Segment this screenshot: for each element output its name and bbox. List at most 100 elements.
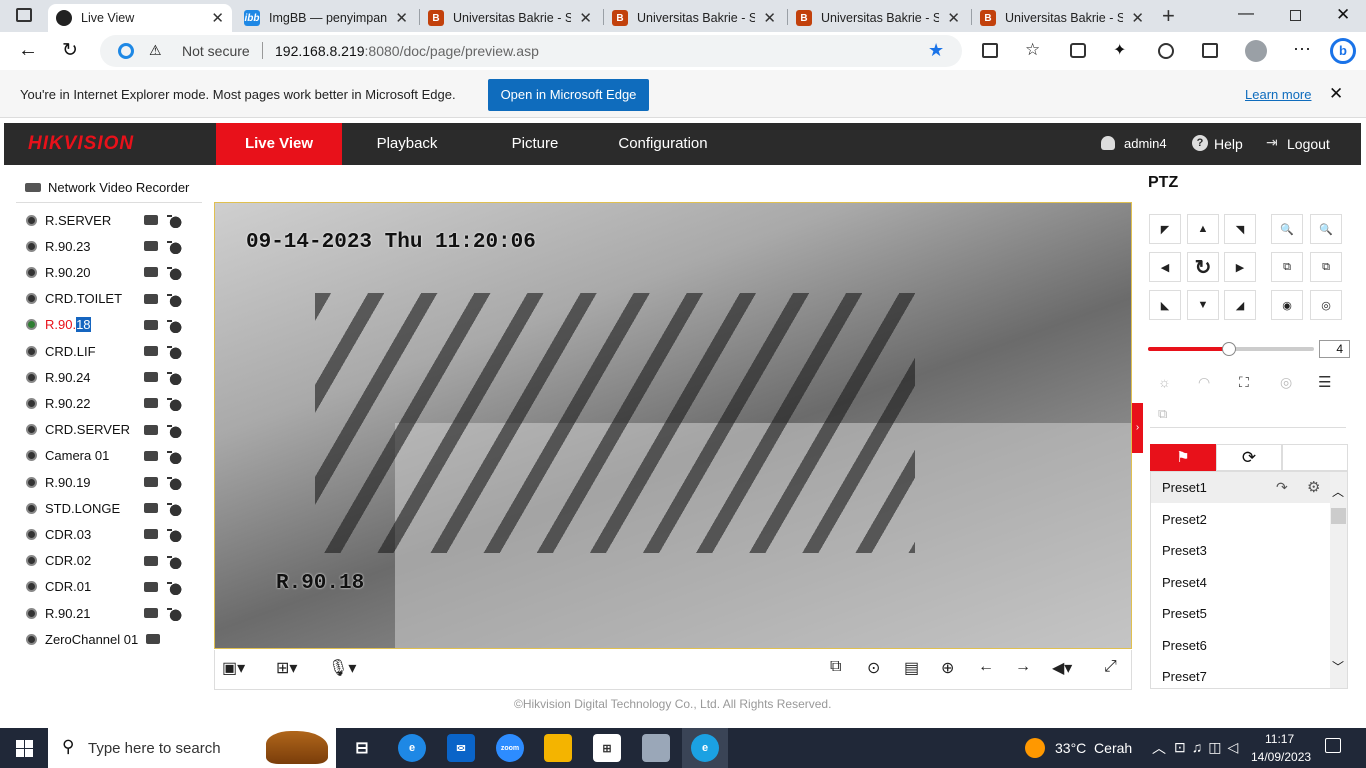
scroll-down-icon[interactable]: ﹀ <box>1332 658 1344 675</box>
nav-picture[interactable]: Picture <box>475 123 595 165</box>
nav-live-view[interactable]: Live View <box>216 123 342 165</box>
preset-item[interactable]: Preset1 <box>1151 472 1331 503</box>
record-status-icon[interactable] <box>144 293 158 304</box>
close-tab-icon[interactable]: ✕ <box>395 9 408 27</box>
ie-mode-icon[interactable] <box>118 43 134 59</box>
volume-icon[interactable]: ◀▾ <box>1052 658 1072 678</box>
3d-zoom-icon[interactable]: ⧉ <box>1158 406 1167 422</box>
windows-start-icon[interactable] <box>16 740 33 757</box>
call-preset-icon[interactable]: ↷ <box>1276 479 1288 496</box>
camera-item[interactable]: CRD.SERVER <box>26 420 182 440</box>
record-status-icon[interactable] <box>146 634 160 645</box>
record-status-icon[interactable] <box>144 398 158 409</box>
tab-bakrie-2[interactable]: B Universitas Bakrie - SIM ✕ <box>604 4 784 32</box>
task-view-icon[interactable]: ⊟ <box>348 734 376 762</box>
clock-time[interactable]: 11:17 <box>1265 732 1294 746</box>
tab-bakrie-4[interactable]: B Universitas Bakrie - SIM ✕ <box>972 4 1152 32</box>
stop-all-icon[interactable]: ⧉ <box>830 658 841 676</box>
favorite-star-icon[interactable]: ★ <box>928 40 944 61</box>
iris-close-icon[interactable]: ◎ <box>1310 290 1342 320</box>
camera-item[interactable]: R.90.23 <box>26 236 182 256</box>
camera-item[interactable]: Camera 01 <box>26 446 182 466</box>
record-status-icon[interactable] <box>144 346 158 356</box>
focus-near-icon[interactable]: ⧉ <box>1271 252 1303 282</box>
fullscreen-icon[interactable]: ⤢ <box>1104 658 1117 676</box>
close-tab-icon[interactable]: ✕ <box>763 9 776 27</box>
favorites-icon[interactable]: ☆ <box>1025 40 1040 60</box>
menu-icon[interactable]: ☰ <box>1318 373 1331 391</box>
new-tab-button[interactable]: + <box>1162 3 1175 29</box>
capture-icon[interactable]: ⊙ <box>867 658 880 678</box>
record-status-icon[interactable] <box>144 555 158 566</box>
close-tab-icon[interactable]: ✕ <box>947 9 960 27</box>
logout-link[interactable]: Logout <box>1287 136 1330 152</box>
playback-icon[interactable] <box>166 552 182 569</box>
copilot-icon[interactable]: b <box>1330 38 1356 64</box>
performance-icon[interactable] <box>1158 43 1174 59</box>
lens-init-icon[interactable]: ◎ <box>1280 374 1292 391</box>
preset-scrollbar[interactable]: ︿ ﹀ <box>1330 472 1347 688</box>
playback-icon[interactable] <box>166 474 182 490</box>
split-screen-icon[interactable] <box>982 43 998 58</box>
preset-item[interactable]: Preset2 <box>1151 504 1331 535</box>
url-text[interactable]: 192.168.8.219:8080/doc/page/preview.asp <box>275 43 539 59</box>
not-secure-label[interactable]: Not secure <box>182 43 250 59</box>
camera-item[interactable]: CRD.TOILET <box>26 289 182 309</box>
profile-avatar[interactable] <box>1245 40 1267 62</box>
clock-date[interactable]: 14/09/2023 <box>1251 750 1311 764</box>
playback-icon[interactable] <box>166 264 182 281</box>
tray-icons[interactable]: ⊡♫◫◁ <box>1174 739 1244 756</box>
taskbar-search-placeholder[interactable]: Type here to search <box>88 740 221 757</box>
preset-item[interactable]: Preset5 <box>1151 598 1331 629</box>
camera-item[interactable]: CDR.01 <box>26 577 182 597</box>
app-icon[interactable] <box>642 734 670 762</box>
back-icon[interactable]: ← <box>18 39 38 62</box>
ptz-down-left-button[interactable]: ◣ <box>1149 290 1181 320</box>
playback-icon[interactable] <box>166 238 182 255</box>
restore-button[interactable] <box>1290 10 1301 21</box>
playback-icon[interactable] <box>166 316 182 333</box>
learn-more-link[interactable]: Learn more <box>1245 87 1311 102</box>
playback-icon[interactable] <box>166 343 182 359</box>
window-layout-icon[interactable]: ▣▾ <box>222 658 245 678</box>
collapse-panel-handle[interactable]: › <box>1132 403 1143 453</box>
playback-icon[interactable] <box>166 605 182 621</box>
nav-playback[interactable]: Playback <box>345 123 469 165</box>
tray-chevron-icon[interactable]: ︿ <box>1152 738 1166 758</box>
help-link[interactable]: Help <box>1214 136 1243 152</box>
store-icon[interactable]: ⊞ <box>593 734 621 762</box>
playback-icon[interactable] <box>166 578 182 595</box>
nav-configuration[interactable]: Configuration <box>600 123 726 165</box>
edge-icon[interactable]: e <box>691 734 719 762</box>
ptz-up-right-button[interactable]: ◥ <box>1224 214 1256 244</box>
tab-bakrie-3[interactable]: B Universitas Bakrie - SIM ✕ <box>788 4 968 32</box>
playback-icon[interactable] <box>166 500 182 517</box>
ptz-auto-button[interactable]: ↻ <box>1187 252 1219 282</box>
record-status-icon[interactable] <box>144 372 158 383</box>
playback-icon[interactable] <box>166 212 182 228</box>
close-tab-icon[interactable]: ✕ <box>211 9 224 27</box>
user-name[interactable]: admin4 <box>1124 136 1167 151</box>
zoom-out-icon[interactable]: 🔍 <box>1271 214 1303 244</box>
playback-icon[interactable] <box>166 290 182 307</box>
preset-item[interactable]: Preset3 <box>1151 535 1331 566</box>
pattern-tab[interactable] <box>1282 444 1348 471</box>
browser-essentials-icon[interactable] <box>1202 43 1218 58</box>
ptz-left-button[interactable]: ◀ <box>1149 252 1181 282</box>
collections-icon[interactable] <box>1070 43 1086 58</box>
camera-item[interactable]: R.90.22 <box>26 393 182 413</box>
camera-item[interactable]: CRD.LIF <box>26 341 182 361</box>
ptz-up-left-button[interactable]: ◤ <box>1149 214 1181 244</box>
preset-item[interactable]: Preset7 <box>1151 661 1331 692</box>
wiper-icon[interactable]: ◠ <box>1198 374 1210 391</box>
camera-item[interactable]: CDR.02 <box>26 551 182 571</box>
record-status-icon[interactable] <box>144 581 158 592</box>
more-options-icon[interactable]: ··· <box>1293 38 1311 59</box>
open-in-edge-button[interactable]: Open in Microsoft Edge <box>488 79 649 111</box>
file-explorer-icon[interactable] <box>544 734 572 762</box>
ie-taskbar-icon[interactable]: e <box>398 734 426 762</box>
stream-icon[interactable]: ⊞▾ <box>276 658 297 678</box>
close-ie-bar-icon[interactable]: ✕ <box>1329 84 1343 104</box>
zoom-in-icon[interactable]: 🔍 <box>1310 214 1342 244</box>
record-status-icon[interactable] <box>144 241 158 252</box>
